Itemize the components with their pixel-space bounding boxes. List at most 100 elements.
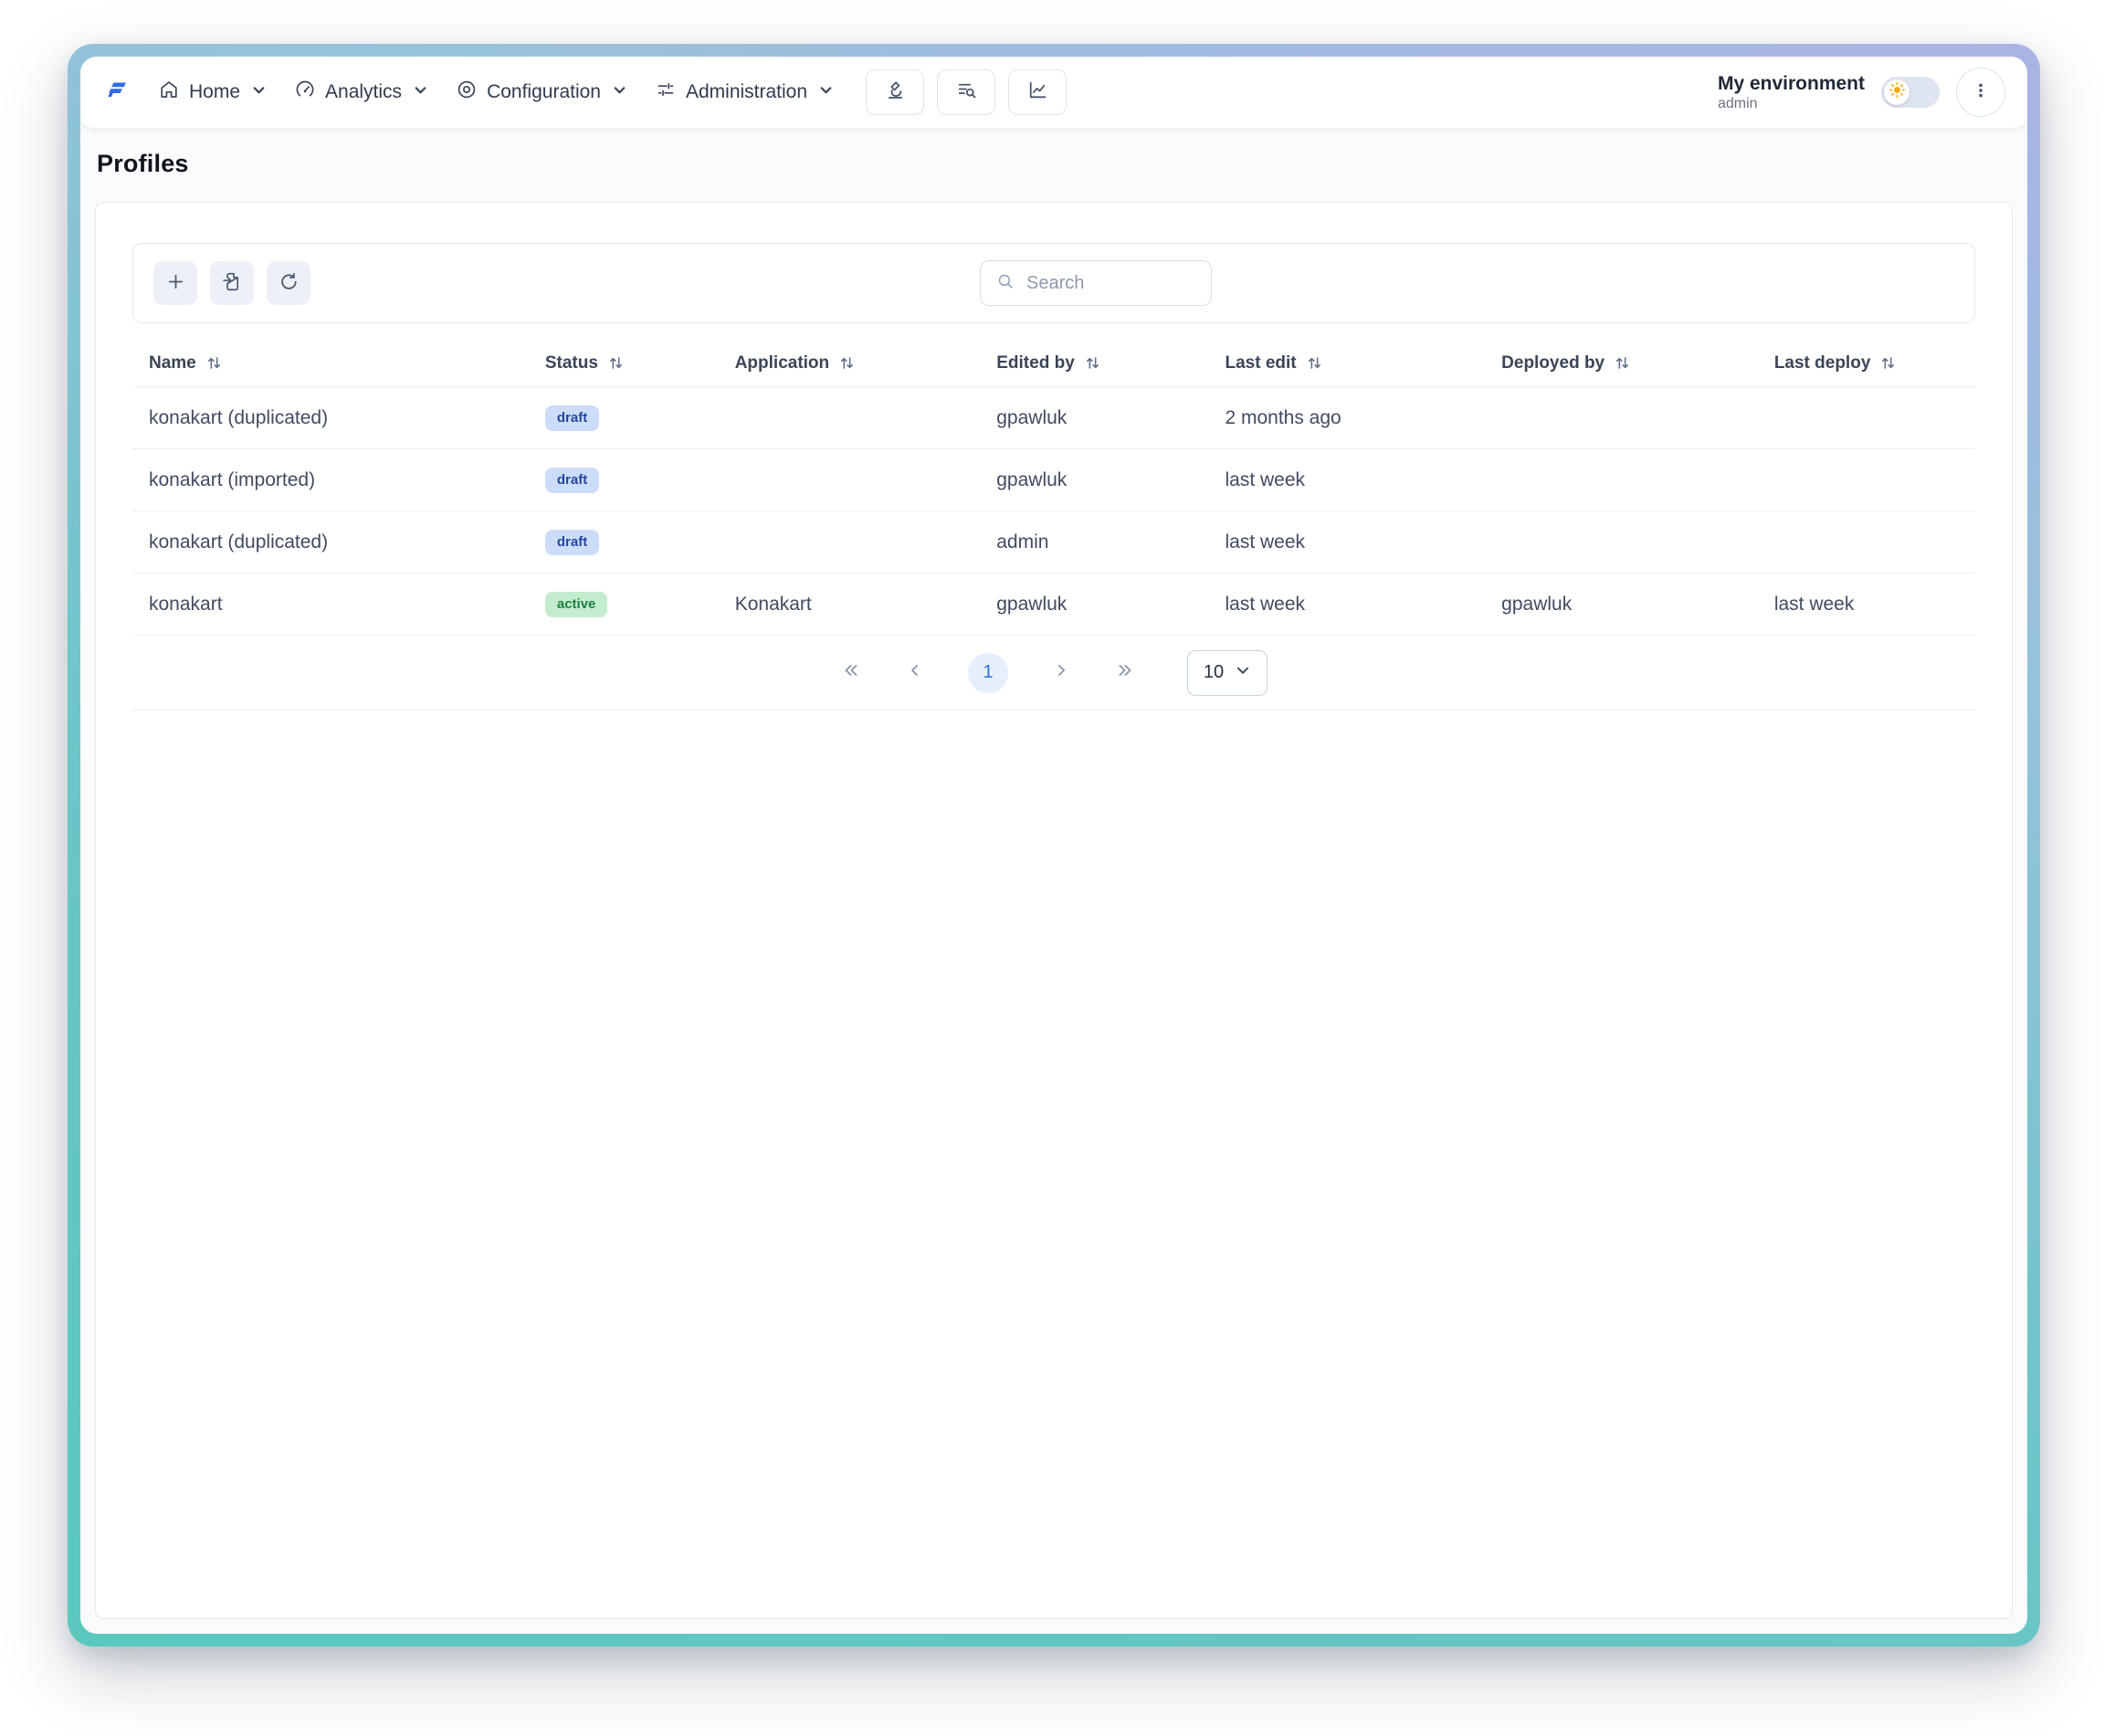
status-badge: draft	[545, 468, 599, 493]
pagination: 1 10	[132, 636, 1975, 710]
chevron-down-icon	[612, 81, 627, 103]
app-logo[interactable]	[102, 74, 144, 110]
flowable-logo-icon	[102, 76, 132, 110]
theme-toggle-knob	[1884, 79, 1909, 105]
chevron-down-icon	[413, 81, 428, 103]
import-icon	[221, 270, 244, 296]
cell-edited-by: gpawluk	[980, 407, 1208, 429]
add-profile-button[interactable]	[153, 261, 197, 305]
cell-status: draft	[529, 468, 719, 493]
sun-icon	[1888, 81, 1906, 103]
column-header-deployed-by: Deployed by	[1485, 353, 1758, 374]
app-window: Home Analytics	[80, 57, 2027, 1634]
cell-status: draft	[529, 405, 719, 431]
page-size-value: 10	[1204, 662, 1224, 683]
cell-last-edit: 2 months ago	[1208, 407, 1485, 429]
cell-edited-by: admin	[980, 531, 1208, 553]
first-page-button[interactable]	[840, 659, 862, 686]
cell-name: konakart	[132, 594, 529, 615]
refresh-icon	[278, 270, 300, 296]
table-row[interactable]: konakart (duplicated) draft gpawluk 2 mo…	[132, 387, 1975, 449]
cell-edited-by: gpawluk	[980, 469, 1208, 491]
profiles-table: Name Status Application Edited by Last e…	[132, 340, 1975, 710]
chevrons-right-icon	[1114, 659, 1136, 686]
table-row[interactable]: konakart (duplicated) draft admin last w…	[132, 511, 1975, 573]
plus-icon	[164, 270, 187, 296]
cell-last-edit: last week	[1208, 594, 1485, 615]
search-icon	[995, 271, 1015, 296]
metrics-button[interactable]	[1008, 69, 1067, 115]
cell-status: draft	[529, 530, 719, 555]
column-header-status: Status	[529, 353, 719, 374]
current-page-button[interactable]: 1	[968, 653, 1008, 693]
environment-info: My environment admin	[1718, 72, 1865, 112]
sort-icon[interactable]	[1879, 354, 1897, 372]
microscope-icon	[884, 79, 907, 106]
chevron-right-icon	[1050, 659, 1072, 686]
cell-last-edit: last week	[1208, 469, 1485, 491]
chevron-down-icon	[818, 81, 834, 103]
next-page-button[interactable]	[1050, 659, 1072, 686]
main-content: Profiles	[80, 128, 2027, 1634]
nav-item-label: Analytics	[325, 81, 402, 103]
sliders-icon	[655, 79, 677, 106]
cell-last-edit: last week	[1208, 531, 1485, 553]
search-input[interactable]	[1026, 273, 1196, 294]
cell-name: konakart (duplicated)	[132, 407, 529, 429]
nav-item-configuration[interactable]: Configuration	[442, 69, 641, 115]
theme-toggle[interactable]	[1881, 77, 1940, 108]
nav-item-home[interactable]: Home	[144, 69, 280, 115]
sort-icon[interactable]	[838, 354, 856, 372]
column-header-application: Application	[719, 353, 981, 374]
sort-icon[interactable]	[607, 354, 625, 372]
target-icon	[456, 79, 478, 106]
nav-item-analytics[interactable]: Analytics	[280, 69, 442, 115]
sort-icon[interactable]	[1614, 354, 1631, 372]
table-row[interactable]: konakart (imported) draft gpawluk last w…	[132, 449, 1975, 511]
cell-edited-by: gpawluk	[980, 594, 1208, 615]
nav-item-administration[interactable]: Administration	[641, 69, 847, 115]
top-nav: Home Analytics	[80, 57, 2027, 128]
list-search-icon	[955, 79, 978, 106]
sort-icon[interactable]	[1306, 354, 1323, 372]
page-title: Profiles	[97, 150, 2013, 178]
environment-user: admin	[1718, 95, 1865, 112]
cell-last-deploy: last week	[1758, 594, 1975, 615]
column-header-name: Name	[132, 353, 529, 374]
chevron-down-icon	[1235, 662, 1251, 684]
table-header: Name Status Application Edited by Last e…	[132, 340, 1975, 387]
cell-application: Konakart	[719, 594, 981, 615]
cell-deployed-by: gpawluk	[1485, 594, 1758, 615]
status-badge: active	[545, 592, 608, 617]
table-toolbar	[132, 243, 1975, 323]
status-badge: draft	[545, 530, 599, 555]
chevrons-left-icon	[840, 659, 862, 686]
sort-icon[interactable]	[205, 354, 223, 372]
cell-name: konakart (duplicated)	[132, 531, 529, 553]
table-row[interactable]: konakart active Konakart gpawluk last we…	[132, 573, 1975, 636]
audit-query-button[interactable]	[937, 69, 995, 115]
previous-page-button[interactable]	[904, 659, 926, 686]
environment-name: My environment	[1718, 72, 1865, 95]
nav-item-label: Home	[189, 81, 240, 103]
home-icon	[158, 79, 180, 106]
page-size-select[interactable]: 10	[1187, 650, 1268, 696]
line-chart-icon	[1026, 79, 1049, 106]
profiles-panel: Name Status Application Edited by Last e…	[95, 202, 2013, 1619]
refresh-button[interactable]	[267, 261, 310, 305]
more-menu-button[interactable]	[1956, 68, 2005, 117]
chevron-down-icon	[251, 81, 267, 103]
search-container	[980, 260, 1212, 306]
app-window-frame: Home Analytics	[68, 44, 2040, 1647]
last-page-button[interactable]	[1114, 659, 1136, 686]
sort-icon[interactable]	[1084, 354, 1101, 372]
column-header-last-deploy: Last deploy	[1758, 353, 1975, 374]
column-header-last-edit: Last edit	[1208, 353, 1485, 374]
nav-tool-buttons	[866, 69, 1067, 115]
import-profile-button[interactable]	[210, 261, 254, 305]
nav-item-label: Configuration	[487, 81, 601, 103]
nav-right-cluster: My environment admin	[1718, 68, 2005, 117]
toolbar-actions	[153, 261, 310, 305]
inspect-button[interactable]	[866, 69, 924, 115]
cell-status: active	[529, 592, 719, 617]
